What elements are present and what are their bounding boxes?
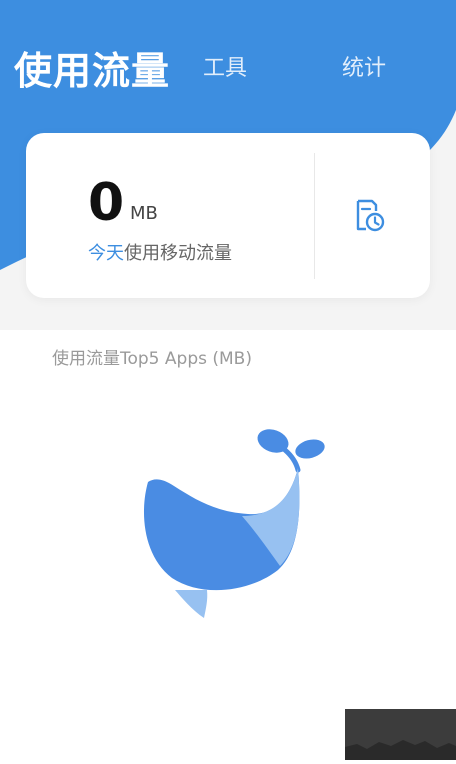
thumbnail-overlay [345,709,456,760]
usage-value: 0 [88,173,125,233]
usage-caption-text: 使用移动流量 [124,243,232,264]
history-clock-icon [356,199,385,232]
usage-card: 0 MB 今天使用移动流量 [26,133,430,298]
usage-caption-today: 今天 [88,243,124,264]
card-divider [314,153,315,279]
whale-icon [130,420,340,634]
history-button[interactable] [348,195,388,235]
usage-unit: MB [130,203,158,224]
usage-caption: 今天使用移动流量 [88,239,232,265]
tab-statistics[interactable]: 统计 [342,50,386,82]
tab-data-usage[interactable]: 使用流量 [14,40,170,95]
top-apps-title: 使用流量Top5 Apps (MB) [52,349,252,369]
tab-tools[interactable]: 工具 [203,50,247,82]
